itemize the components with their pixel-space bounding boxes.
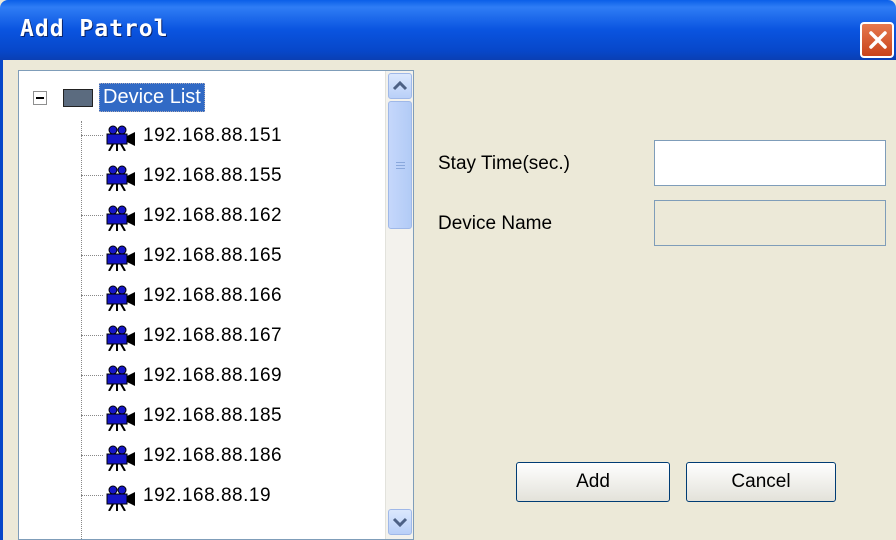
tree-branch-line: [81, 215, 103, 216]
device-ip-label: 192.168.88.162: [143, 205, 283, 226]
camera-icon: [106, 485, 135, 511]
tree-branch-line: [81, 415, 103, 416]
tree-branch-line: [81, 135, 103, 136]
tree-view: Device List 192.168.88.151 192.168.88.155…: [19, 71, 383, 539]
camera-icon: [106, 245, 135, 271]
tree-branch-line: [81, 255, 103, 256]
camera-icon: [106, 285, 135, 311]
camera-icon: [106, 125, 135, 151]
camera-icon: [106, 205, 135, 231]
tree-root-label[interactable]: Device List: [99, 83, 205, 112]
camera-icon: [106, 445, 135, 471]
device-ip-label: 192.168.88.186: [143, 445, 283, 466]
device-ip-label: 192.168.88.165: [143, 245, 283, 266]
scroll-down-button[interactable]: [388, 509, 412, 535]
device-ip-label: 192.168.88.185: [143, 405, 283, 426]
device-name-field: [654, 200, 886, 246]
camera-icon: [106, 365, 135, 391]
tree-branch-line: [81, 335, 103, 336]
collapse-toggle[interactable]: [33, 91, 47, 105]
chevron-up-icon: [392, 80, 408, 91]
tree-branch-line: [81, 495, 103, 496]
device-ip-label: 192.168.88.155: [143, 165, 283, 186]
device-ip-label: 192.168.88.19: [143, 485, 272, 506]
tree-branch-line: [81, 375, 103, 376]
camera-icon: [106, 325, 135, 351]
cancel-button[interactable]: Cancel: [686, 462, 836, 502]
tree-branch-line: [81, 175, 103, 176]
close-icon: [869, 31, 887, 49]
window-title: Add Patrol: [20, 16, 169, 42]
tree-branch-line: [81, 295, 103, 296]
close-button[interactable]: [860, 22, 894, 58]
device-list-icon: [63, 89, 93, 107]
device-ip-label: 192.168.88.169: [143, 365, 283, 386]
tree-branch-line: [81, 455, 103, 456]
chevron-down-icon: [392, 517, 408, 528]
stay-time-label: Stay Time(sec.): [438, 153, 570, 174]
device-name-label: Device Name: [438, 213, 553, 234]
scroll-thumb[interactable]: [388, 101, 412, 229]
tree-connector-line: [81, 121, 82, 539]
title-bar[interactable]: Add Patrol: [0, 0, 896, 60]
camera-icon: [106, 405, 135, 431]
add-button[interactable]: Add: [516, 462, 670, 502]
scroll-up-button[interactable]: [388, 73, 412, 99]
device-ip-label: 192.168.88.167: [143, 325, 283, 346]
stay-time-input[interactable]: [654, 140, 886, 186]
device-tree[interactable]: Device List 192.168.88.151 192.168.88.155…: [18, 70, 414, 540]
vertical-scrollbar[interactable]: [385, 71, 413, 539]
device-ip-label: 192.168.88.151: [143, 125, 283, 146]
camera-icon: [106, 165, 135, 191]
device-ip-label: 192.168.88.166: [143, 285, 283, 306]
